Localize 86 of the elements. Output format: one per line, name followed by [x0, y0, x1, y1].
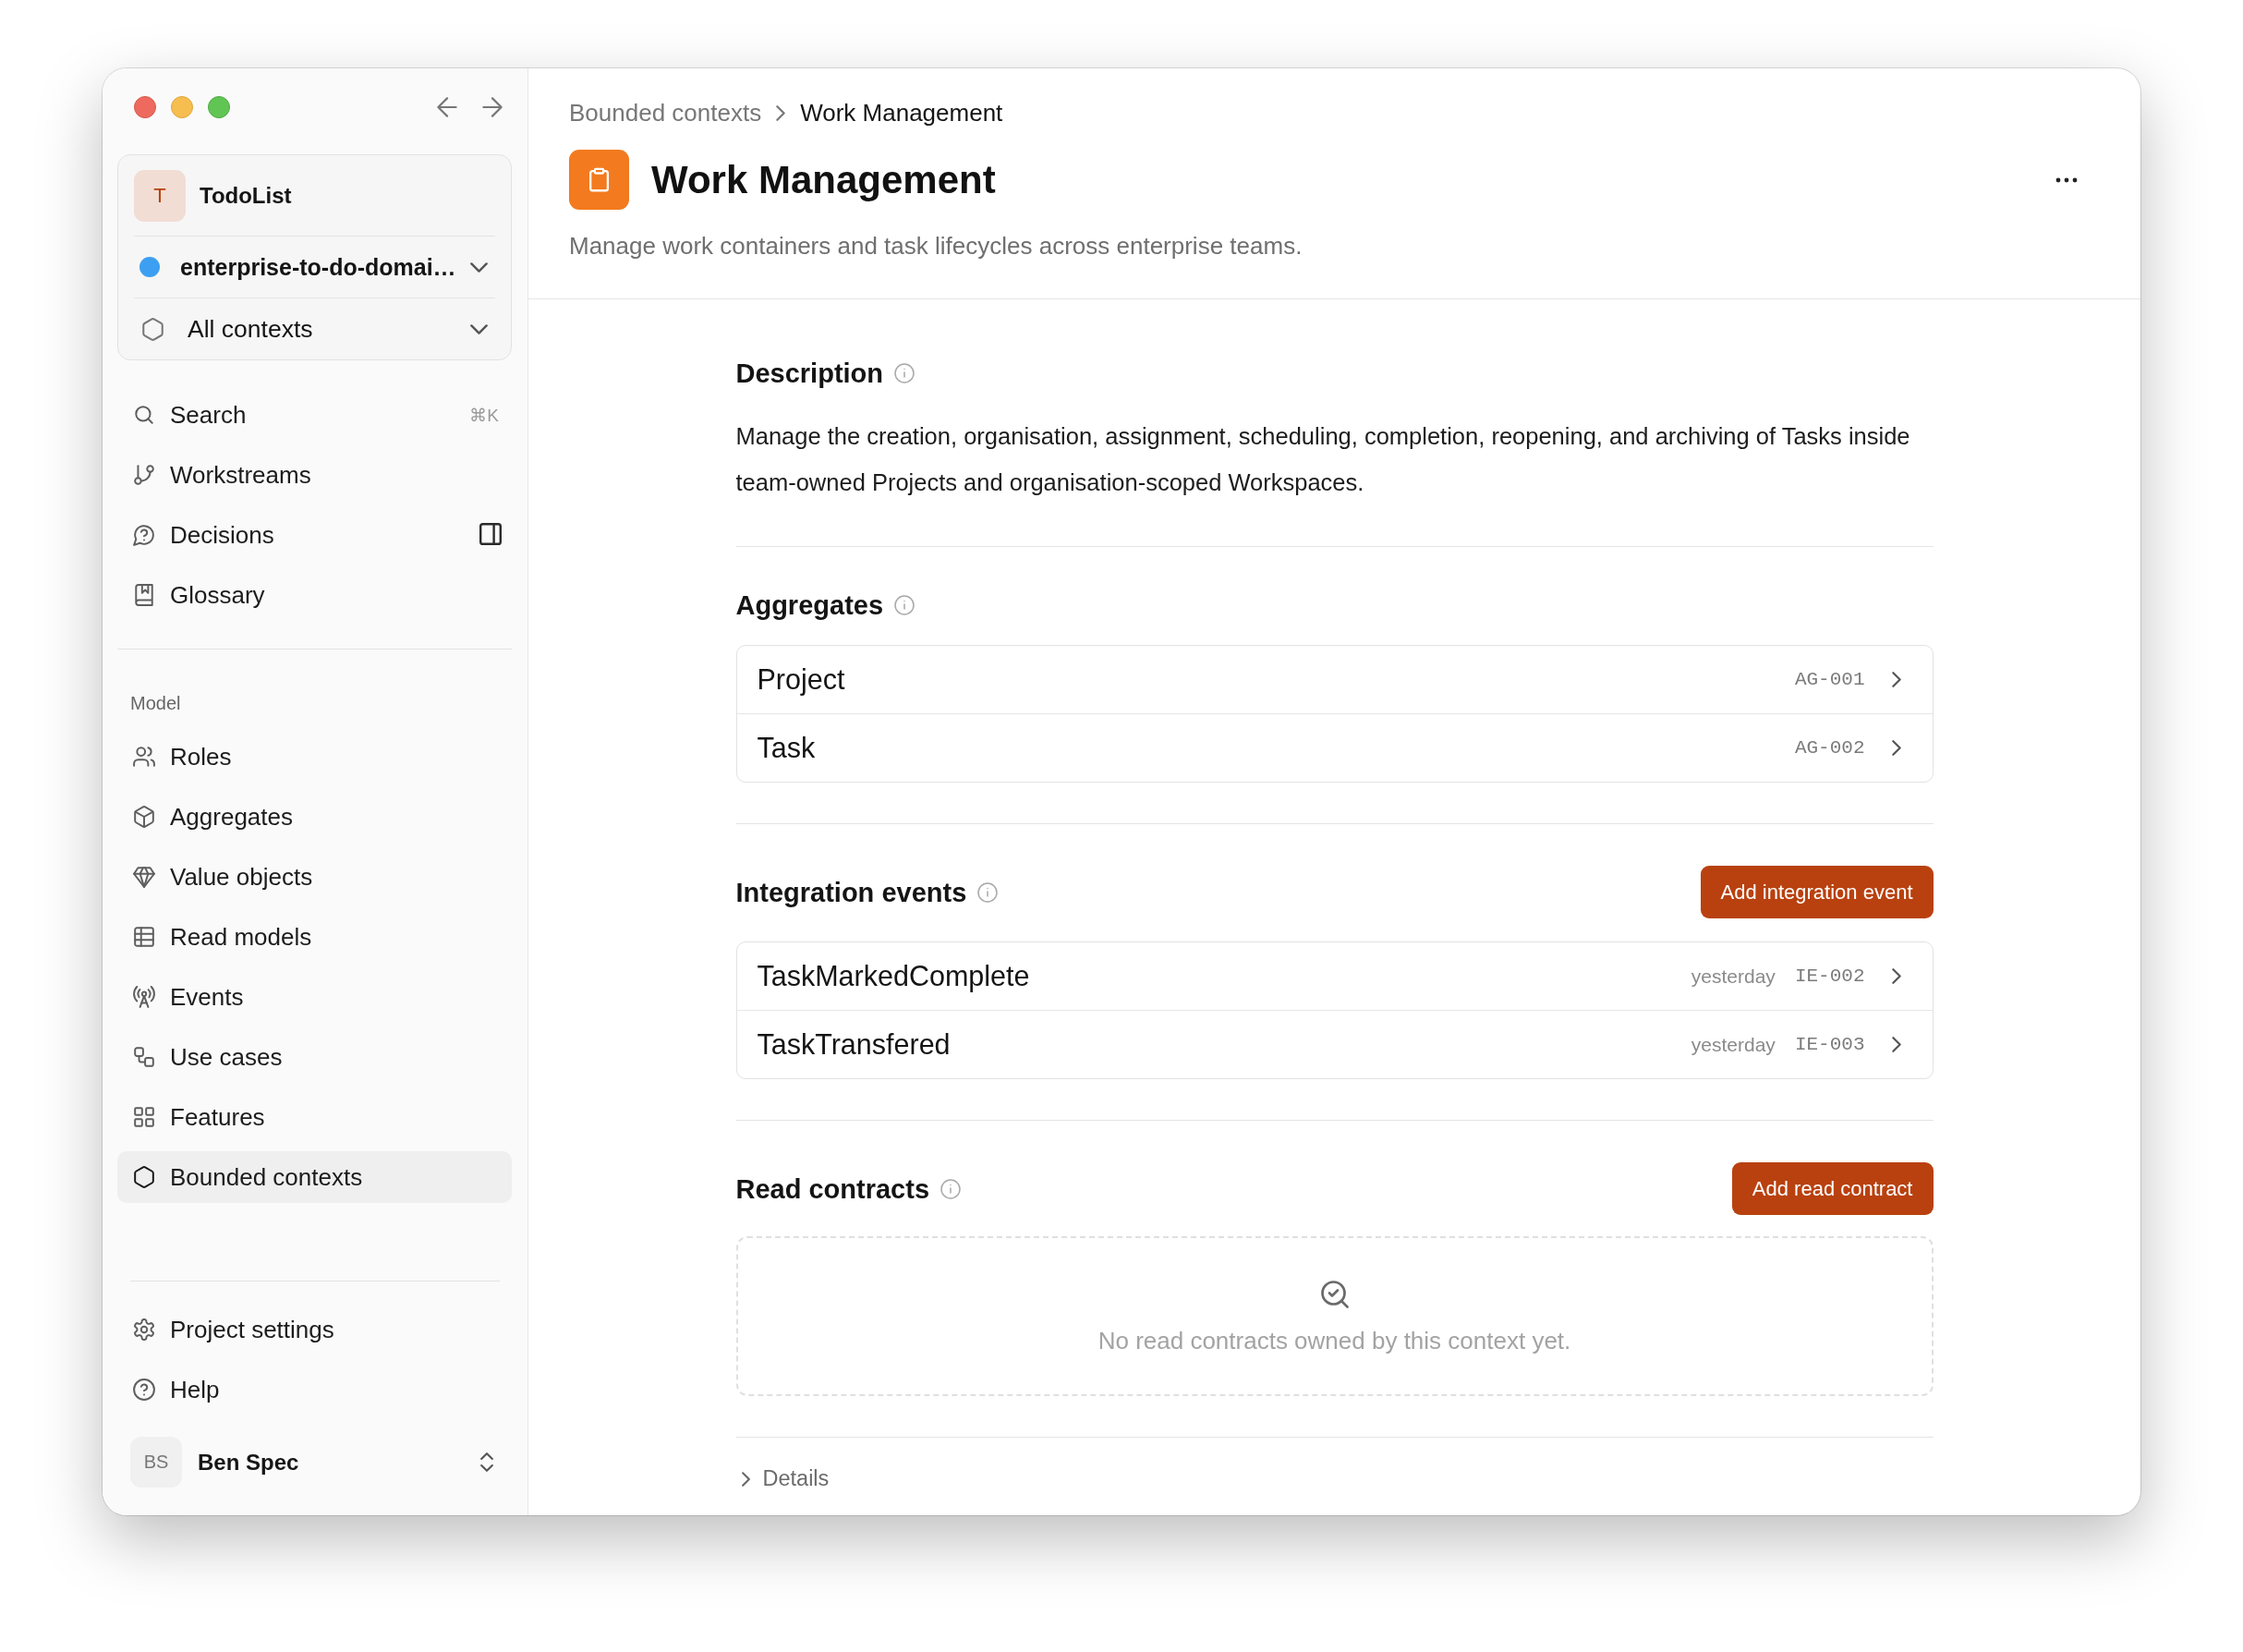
nav-item[interactable]: Decisions: [117, 509, 512, 561]
chevron-right-icon: [776, 104, 786, 121]
list-row[interactable]: TaskMarkedComplete yesterday IE-002: [736, 942, 1933, 1010]
list-row[interactable]: TaskTransfered yesterday IE-003: [736, 1010, 1933, 1078]
question-bubble-icon: [133, 524, 155, 546]
nav-item[interactable]: Roles: [117, 731, 512, 783]
info-icon[interactable]: [940, 1178, 961, 1199]
nav-item[interactable]: Aggregates: [117, 791, 512, 843]
zoom-window-icon[interactable]: [208, 96, 230, 118]
gem-icon: [133, 866, 155, 888]
chevron-right-icon: [1891, 740, 1901, 756]
forward-arrow-icon[interactable]: [482, 97, 503, 117]
workspace-selector[interactable]: enterprise-to-do-domai…: [134, 236, 495, 298]
user-avatar: BS: [130, 1437, 182, 1488]
list-row[interactable]: Project AG-001: [736, 646, 1933, 713]
details-toggle[interactable]: Details: [735, 1466, 830, 1491]
chevron-down-icon: [470, 323, 488, 334]
section-heading: Aggregates: [735, 589, 884, 622]
minimize-window-icon[interactable]: [171, 96, 193, 118]
chevron-right-icon: [1891, 1037, 1901, 1052]
section-heading: Description: [735, 358, 884, 390]
antenna-icon: [133, 986, 155, 1008]
cube-icon: [133, 806, 155, 828]
section-heading: Read contracts: [735, 1172, 929, 1206]
hexagon-icon: [142, 317, 164, 341]
info-icon[interactable]: [894, 363, 915, 383]
breadcrumb-item: Work Management: [800, 98, 1003, 128]
section-label: Model: [129, 692, 181, 714]
project-avatar: T: [134, 169, 186, 222]
info-icon[interactable]: [977, 881, 999, 903]
chevron-down-icon: [470, 261, 488, 273]
nav-item[interactable]: Use cases: [117, 1031, 512, 1083]
hexagon-icon: [133, 1166, 155, 1188]
chevron-right-icon: [1891, 672, 1901, 687]
row-title: Project: [757, 663, 845, 696]
nav-item[interactable]: Project settings: [117, 1304, 512, 1355]
user-name[interactable]: Ben Spec: [198, 1449, 299, 1476]
keyboard-shortcut: ⌘K: [469, 404, 499, 426]
nav-item[interactable]: Workstreams: [117, 449, 512, 501]
nav-item[interactable]: Glossary: [117, 569, 512, 621]
context-filter[interactable]: All contexts: [134, 298, 495, 359]
nav-item[interactable]: Events: [117, 971, 512, 1023]
breadcrumb-item[interactable]: Bounded contexts: [569, 98, 762, 128]
nav-item[interactable]: Read models: [117, 911, 512, 963]
back-arrow-icon[interactable]: [437, 97, 457, 117]
project-name[interactable]: TodoList: [200, 182, 292, 209]
row-title: TaskTransfered: [757, 1028, 951, 1061]
page-title: Work Management: [651, 157, 996, 202]
chevron-right-icon: [1891, 968, 1901, 984]
description-text: Manage the creation, organisation, assignment, scheduling, completion, reopening, and archiving of Tasks inside team-owned Projects and organisation-scoped Workspaces.: [735, 422, 1911, 497]
add-button[interactable]: Add read contract: [1731, 1162, 1934, 1215]
add-button[interactable]: Add integration event: [1700, 866, 1934, 918]
nav-item[interactable]: Value objects: [117, 851, 512, 903]
page-subtitle: Manage work containers and task lifecycles across enterprise teams.: [569, 232, 1303, 260]
chevrons-up-down-icon[interactable]: [480, 1452, 493, 1472]
row-time: yesterday: [1691, 965, 1776, 988]
search-icon: [133, 404, 155, 426]
nav-item[interactable]: Bounded contexts: [117, 1151, 512, 1203]
panel-toggle-icon[interactable]: [479, 523, 502, 545]
section-heading: Integration events: [735, 876, 967, 909]
row-title: TaskMarkedComplete: [757, 960, 1030, 992]
branch-icon: [133, 464, 155, 486]
row-code: IE-003: [1794, 1034, 1865, 1055]
nav-item[interactable]: Help: [117, 1364, 512, 1415]
empty-state-text: No read contracts owned by this context yet.: [1097, 1327, 1571, 1354]
magnifier-check-icon: [1320, 1281, 1349, 1308]
help-icon: [133, 1379, 155, 1401]
nav-item[interactable]: Search ⌘K: [117, 389, 512, 441]
people-icon: [133, 746, 155, 768]
table-icon: [133, 926, 155, 948]
settings-icon: [133, 1318, 155, 1341]
clipboard-icon: [569, 150, 629, 210]
row-title: Task: [757, 732, 816, 764]
row-code: AG-001: [1794, 669, 1865, 690]
row-code: AG-002: [1794, 737, 1865, 759]
workspace-dot-icon: [139, 257, 160, 277]
flow-squares-icon: [133, 1046, 155, 1068]
grid-icon: [133, 1106, 155, 1128]
row-code: IE-002: [1794, 966, 1865, 987]
nav-item[interactable]: Features: [117, 1091, 512, 1143]
close-window-icon[interactable]: [134, 96, 156, 118]
list-row[interactable]: Task AG-002: [736, 713, 1933, 782]
info-icon[interactable]: [894, 595, 915, 615]
more-options-icon[interactable]: [2055, 176, 2078, 183]
book-icon: [133, 584, 155, 606]
row-time: yesterday: [1691, 1033, 1776, 1056]
